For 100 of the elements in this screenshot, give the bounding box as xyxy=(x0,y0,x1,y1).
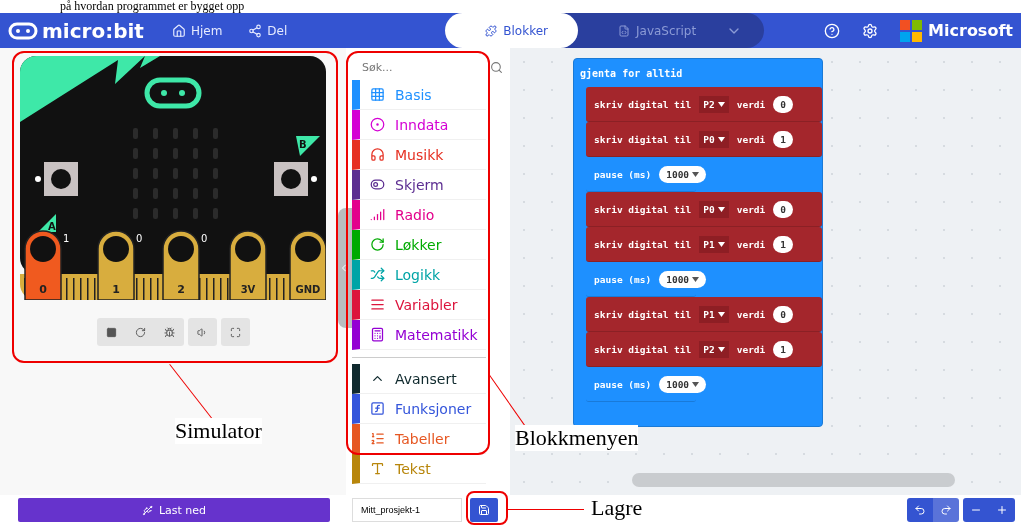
settings-icon[interactable] xyxy=(862,22,879,39)
home-icon xyxy=(171,23,186,38)
digital-write-block[interactable]: skriv digital til P1 verdi 0 xyxy=(586,297,822,332)
block-label: verdi xyxy=(736,98,766,110)
pin-dropdown[interactable]: P1 xyxy=(699,235,729,253)
category-icon xyxy=(370,327,385,342)
caret-icon xyxy=(692,171,700,177)
undo-button[interactable] xyxy=(907,498,933,522)
category-icon xyxy=(370,117,385,132)
redo-icon xyxy=(940,504,952,516)
digital-write-block[interactable]: skriv digital til P2 verdi 1 xyxy=(586,332,822,367)
pin-label: GND xyxy=(295,284,321,295)
nav-link[interactable]: Hjem xyxy=(171,23,223,38)
nav-link[interactable]: Del xyxy=(248,23,288,38)
button-label: A xyxy=(48,221,56,232)
caret-icon xyxy=(717,136,725,142)
pin[interactable] xyxy=(24,230,62,300)
category-item[interactable]: Matematikk xyxy=(352,320,486,350)
value-dropdown[interactable]: 1000 xyxy=(659,270,707,288)
zoom-out-button[interactable] xyxy=(963,498,989,522)
category-item[interactable]: Avansert xyxy=(352,364,486,394)
document-text: på hvordan programmet er bygget opp xyxy=(60,0,245,13)
category-item[interactable]: Tabeller xyxy=(352,424,486,454)
pin-dropdown[interactable]: P1 xyxy=(699,305,729,323)
value-bubble[interactable]: 1 xyxy=(773,130,794,148)
brand-name: Microsoft xyxy=(928,21,1013,40)
undo-icon xyxy=(914,504,926,516)
pin-reading: 0 xyxy=(201,233,208,244)
category-icon xyxy=(370,87,385,102)
scrollbar[interactable] xyxy=(632,473,955,487)
mode-tab[interactable]: Blokker xyxy=(445,13,578,48)
value-bubble[interactable]: 0 xyxy=(773,305,794,323)
category-item[interactable]: Musikk xyxy=(352,140,486,170)
caret-icon xyxy=(717,241,725,247)
button-label: B xyxy=(299,139,307,150)
category-item[interactable]: Funksjoner xyxy=(352,394,486,424)
block-label: skriv digital til xyxy=(594,133,692,145)
pin-dropdown[interactable]: P2 xyxy=(699,340,729,358)
pin[interactable] xyxy=(97,230,135,300)
block-label: verdi xyxy=(736,308,766,320)
pin-dropdown[interactable]: P0 xyxy=(699,200,729,218)
category-icon xyxy=(370,401,385,416)
search-field[interactable]: Søk... xyxy=(360,56,470,78)
save-icon xyxy=(478,504,490,516)
digital-write-block[interactable]: skriv digital til P2 verdi 0 xyxy=(586,87,822,122)
restart-icon xyxy=(134,326,146,338)
plus-icon xyxy=(996,504,1008,516)
value-bubble[interactable]: 1 xyxy=(773,235,794,253)
value-bubble[interactable]: 1 xyxy=(773,340,794,358)
digital-write-block[interactable]: skriv digital til P0 verdi 0 xyxy=(586,192,822,227)
save-button[interactable] xyxy=(470,498,498,522)
bug-icon xyxy=(163,326,175,338)
value-dropdown[interactable]: 1000 xyxy=(659,375,707,393)
download-button[interactable]: Last ned xyxy=(18,498,330,522)
digital-write-block[interactable]: skriv digital til P1 verdi 1 xyxy=(586,227,822,262)
search-icon[interactable] xyxy=(490,60,503,74)
value-bubble[interactable]: 0 xyxy=(773,95,794,113)
category-icon xyxy=(370,207,385,222)
block-label: verdi xyxy=(736,238,766,250)
category-item[interactable]: Radio xyxy=(352,200,486,230)
digital-write-block[interactable]: skriv digital til P0 verdi 1 xyxy=(586,122,822,157)
block-label: skriv digital til xyxy=(594,203,692,215)
category-item[interactable]: Skjerm xyxy=(352,170,486,200)
help-icon[interactable] xyxy=(824,22,841,39)
category-icon xyxy=(370,297,385,312)
push-button[interactable] xyxy=(274,162,308,196)
pin-label: 2 xyxy=(177,283,185,296)
pin-label: 3V xyxy=(240,284,256,295)
code-file-icon xyxy=(618,24,630,37)
pin[interactable] xyxy=(162,230,200,300)
block-label: pause (ms) xyxy=(594,378,652,390)
annotation-label: Simulator xyxy=(175,418,262,444)
value-bubble[interactable]: 0 xyxy=(773,200,794,218)
category-item[interactable]: Inndata xyxy=(352,110,486,140)
block-label: pause (ms) xyxy=(594,168,652,180)
block-label: skriv digital til xyxy=(594,238,692,250)
redo-button[interactable] xyxy=(933,498,959,522)
block-label: skriv digital til xyxy=(594,343,692,355)
usb-icon xyxy=(141,504,153,516)
logo-icon xyxy=(8,21,38,40)
block-label: verdi xyxy=(736,133,766,145)
pin-dropdown[interactable]: P0 xyxy=(699,130,729,148)
zoom-in-button[interactable] xyxy=(989,498,1015,522)
fullscreen-icon xyxy=(229,326,241,338)
category-icon xyxy=(370,147,385,162)
pin-reading: 1 xyxy=(63,233,70,244)
pin[interactable] xyxy=(229,230,267,300)
pin[interactable] xyxy=(289,230,326,300)
category-icon xyxy=(370,461,385,476)
category-item[interactable]: Variabler xyxy=(352,290,486,320)
category-icon xyxy=(370,177,385,192)
push-button[interactable] xyxy=(44,162,78,196)
project-name-field[interactable]: Mitt_prosjekt-1 xyxy=(352,498,462,522)
pin-dropdown[interactable]: P2 xyxy=(699,95,729,113)
windows-logo-icon xyxy=(900,19,923,42)
caret-icon xyxy=(717,311,725,317)
caret-icon xyxy=(692,276,700,282)
forever-block[interactable] xyxy=(573,58,823,427)
value-dropdown[interactable]: 1000 xyxy=(659,165,707,183)
category-icon xyxy=(370,237,385,252)
